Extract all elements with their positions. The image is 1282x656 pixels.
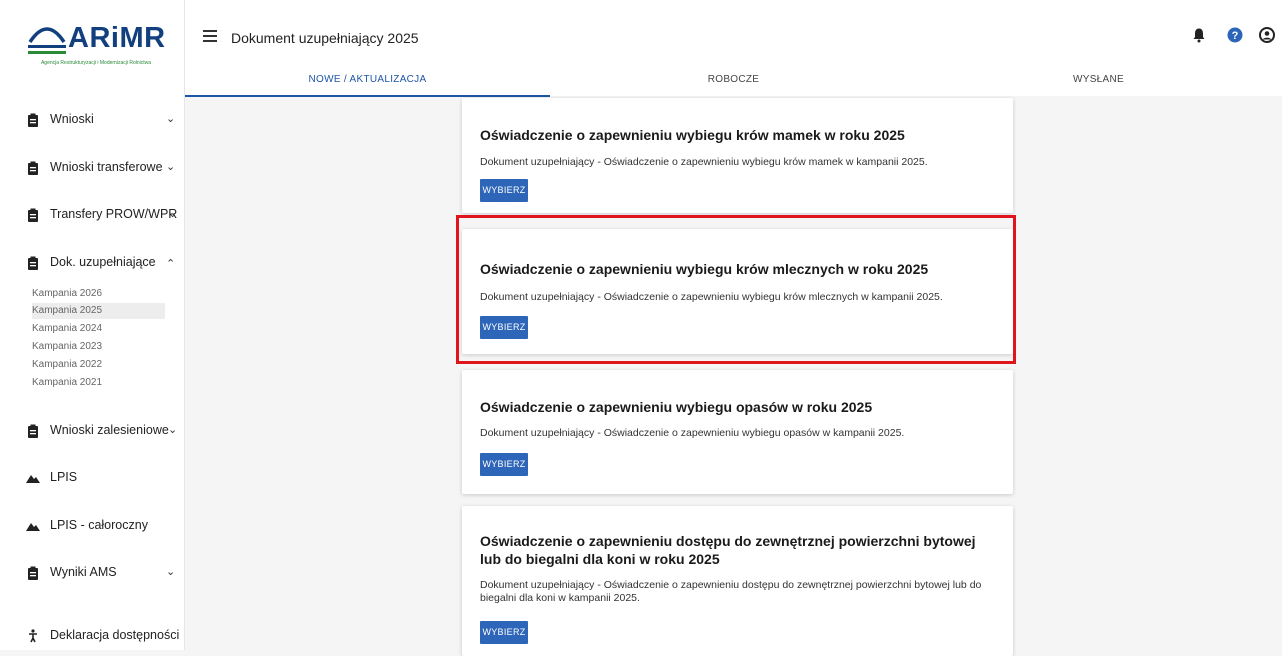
mountain-icon xyxy=(26,523,40,531)
logo-emblem-icon xyxy=(28,27,66,54)
clipboard-icon xyxy=(28,424,38,438)
sidebar-item-lpis-caloroczny[interactable]: LPIS - całoroczny xyxy=(0,514,184,538)
sidebar: ARiMR Agencja Restrukturyzacji i Moderni… xyxy=(0,0,185,650)
card-description: Dokument uzupełniający - Oświadczenie o … xyxy=(480,427,905,439)
user-icon[interactable] xyxy=(1259,27,1275,43)
select-button[interactable]: WYBIERZ xyxy=(480,621,528,644)
sidebar-subitem-kampania-2023[interactable]: Kampania 2023 xyxy=(32,339,165,355)
clipboard-icon xyxy=(28,113,38,127)
sidebar-subitem-kampania-2024[interactable]: Kampania 2024 xyxy=(32,321,165,337)
logo-subtitle: Agencja Restrukturyzacji i Modernizacji … xyxy=(40,60,152,66)
tab-nowe-aktualizacja[interactable]: NOWE / AKTUALIZACJA xyxy=(185,64,550,97)
document-card: Oświadczenie o zapewnieniu dostępu do ze… xyxy=(462,506,1013,656)
sidebar-item-deklaracja-dostepnosci[interactable]: Deklaracja dostępności xyxy=(0,624,184,648)
card-description: Dokument uzupełniający - Oświadczenie o … xyxy=(480,579,982,604)
sidebar-subitem-kampania-2026[interactable]: Kampania 2026 xyxy=(32,286,165,302)
sidebar-item-label: Deklaracja dostępności xyxy=(50,628,180,642)
sidebar-item-wnioski[interactable]: Wnioski ⌄ xyxy=(0,108,184,132)
sidebar-item-lpis[interactable]: LPIS xyxy=(0,466,184,490)
sidebar-item-dok-uzupelniajace[interactable]: Dok. uzupełniające ⌃ xyxy=(0,251,184,275)
select-button[interactable]: WYBIERZ xyxy=(480,316,528,339)
clipboard-icon xyxy=(28,161,38,175)
sidebar-subitem-kampania-2025[interactable]: Kampania 2025 xyxy=(32,303,165,319)
document-card: Oświadczenie o zapewnieniu wybiegu opasó… xyxy=(462,370,1013,494)
sidebar-item-wnioski-zalesieniowe[interactable]: Wnioski zalesieniowe ⌄ xyxy=(0,419,184,443)
mountain-icon xyxy=(26,475,40,483)
sidebar-item-label: Wyniki AMS xyxy=(50,565,117,579)
sidebar-item-transfery-prow-wpr[interactable]: Transfery PROW/WPR ⌄ xyxy=(0,203,184,227)
chevron-down-icon: ⌄ xyxy=(166,113,176,125)
page-title: Dokument uzupełniający 2025 xyxy=(231,30,419,46)
sidebar-subitem-kampania-2021[interactable]: Kampania 2021 xyxy=(32,375,165,391)
sidebar-item-wnioski-transferowe[interactable]: Wnioski transferowe ⌄ xyxy=(0,156,184,180)
sidebar-item-wyniki-ams[interactable]: Wyniki AMS ⌄ xyxy=(0,561,184,585)
chevron-down-icon: ⌄ xyxy=(166,161,176,173)
sidebar-item-label: Wnioski zalesieniowe xyxy=(50,423,169,437)
card-title: Oświadczenie o zapewnieniu wybiegu krów … xyxy=(480,261,929,277)
chevron-down-icon: ⌄ xyxy=(168,208,178,220)
menu-icon[interactable] xyxy=(203,30,217,42)
card-description: Dokument uzupełniający - Oświadczenie o … xyxy=(480,291,943,303)
accessibility-icon xyxy=(29,629,37,643)
clipboard-icon xyxy=(28,208,38,222)
svg-text:?: ? xyxy=(1232,30,1239,42)
card-title: Oświadczenie o zapewnieniu wybiegu opasó… xyxy=(480,399,873,415)
card-description: Dokument uzupełniający - Oświadczenie o … xyxy=(480,156,928,168)
chevron-up-icon: ⌃ xyxy=(166,258,176,270)
tab-wyslane[interactable]: WYSŁANE xyxy=(916,64,1281,95)
card-title: Oświadczenie o zapewnieniu dostępu do ze… xyxy=(480,533,976,567)
sidebar-item-label: Dok. uzupełniające xyxy=(50,255,156,269)
clipboard-icon xyxy=(28,256,38,270)
tab-robocze[interactable]: ROBOCZE xyxy=(551,64,916,95)
sidebar-item-label: Wnioski transferowe xyxy=(50,160,163,174)
logo-title: ARiMR xyxy=(68,22,166,54)
clipboard-icon xyxy=(28,566,38,580)
select-button[interactable]: WYBIERZ xyxy=(480,453,528,476)
arimr-logo[interactable]: ARiMR Agencja Restrukturyzacji i Moderni… xyxy=(16,16,176,72)
chevron-down-icon: ⌄ xyxy=(166,566,176,578)
bell-icon[interactable] xyxy=(1191,27,1207,43)
help-icon[interactable]: ? xyxy=(1227,27,1243,43)
sidebar-item-label: LPIS - całoroczny xyxy=(50,518,148,532)
sidebar-item-label: Wnioski xyxy=(50,112,94,126)
sidebar-subitem-kampania-2022[interactable]: Kampania 2022 xyxy=(32,357,165,373)
card-title: Oświadczenie o zapewnieniu wybiegu krów … xyxy=(480,127,905,143)
select-button[interactable]: WYBIERZ xyxy=(480,179,528,202)
sidebar-item-label: LPIS xyxy=(50,470,78,484)
tab-bar: NOWE / AKTUALIZACJA ROBOCZE WYSŁANE xyxy=(185,64,1282,97)
document-card: Oświadczenie o zapewnieniu wybiegu krów … xyxy=(462,98,1013,213)
top-header: Dokument uzupełniający 2025 ? NOWE / AKT… xyxy=(185,0,1282,97)
document-card: Oświadczenie o zapewnieniu wybiegu krów … xyxy=(462,229,1013,354)
sidebar-item-label: Transfery PROW/WPR xyxy=(50,207,178,221)
chevron-down-icon: ⌄ xyxy=(168,424,178,436)
